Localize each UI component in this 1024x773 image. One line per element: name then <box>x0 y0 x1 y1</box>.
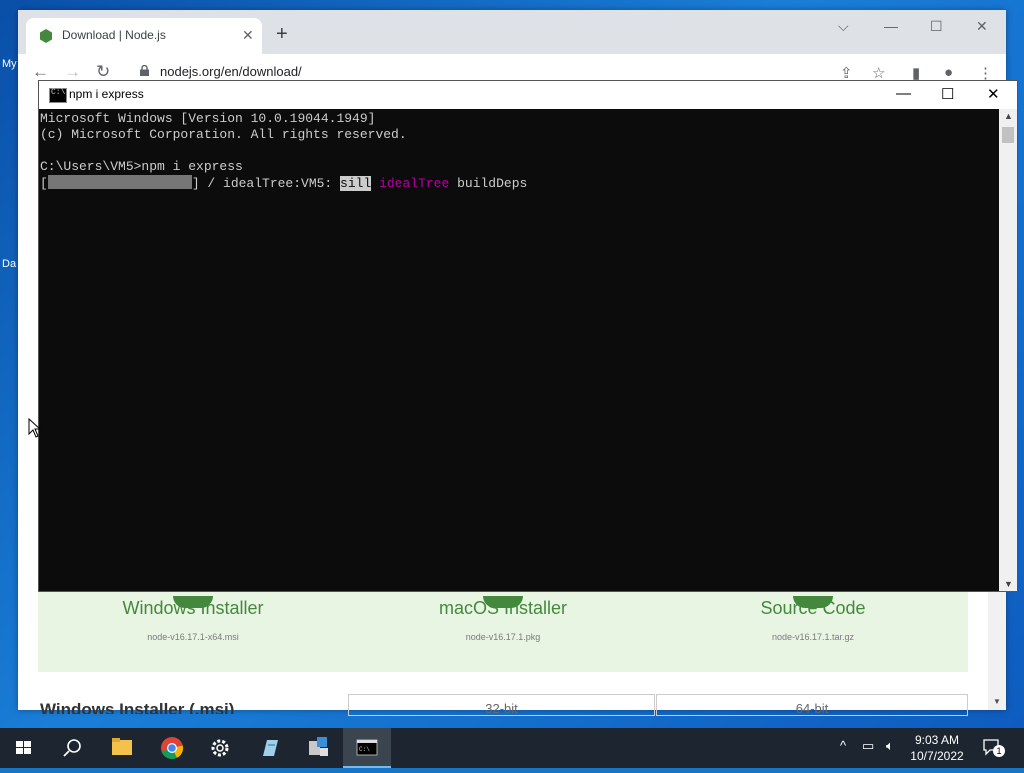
log-tag: idealTree <box>379 176 450 191</box>
back-icon[interactable]: ← <box>32 62 49 82</box>
lock-icon <box>140 65 149 76</box>
terminal-button[interactable]: C:\ <box>343 728 391 768</box>
bit-option-64[interactable]: 64-bit <box>656 694 968 716</box>
forward-icon[interactable]: → <box>64 62 81 82</box>
volume-icon[interactable]: 🔈︎ <box>886 738 894 754</box>
maximize-icon[interactable]: ☐ <box>930 18 943 35</box>
chrome-icon <box>161 737 184 760</box>
progress-open: [ <box>40 176 48 191</box>
start-icon <box>16 741 31 754</box>
console-window: C:\ npm i express — ☐ ✕ Microsoft Window… <box>38 80 1018 592</box>
progress-line: [ ] / idealTree:VM5: sill idealTree build… <box>40 175 527 192</box>
notepad-button[interactable] <box>246 728 294 768</box>
windows-logo-icon <box>173 596 213 608</box>
chevron-down-icon[interactable]: ⌵ <box>838 18 849 35</box>
app-icon <box>309 737 328 756</box>
progress-status: ] / idealTree:VM5: <box>191 176 341 191</box>
scroll-down-icon[interactable]: ▼ <box>993 697 1001 706</box>
download-file: node-v16.17.1.pkg <box>465 632 541 642</box>
app-button[interactable] <box>294 728 342 768</box>
console-line: Microsoft Windows [Version 10.0.19044.19… <box>40 111 376 126</box>
download-panel: Windows Installer node-v16.17.1-x64.msi … <box>38 588 968 672</box>
close-icon[interactable]: ✕ <box>976 18 988 35</box>
download-file: node-v16.17.1.tar.gz <box>771 632 855 642</box>
scroll-thumb[interactable] <box>1002 127 1014 143</box>
source-box-icon <box>793 596 833 608</box>
download-file: node-v16.17.1-x64.msi <box>147 632 239 642</box>
chevron-up-icon[interactable]: ^ <box>840 738 846 753</box>
search-button[interactable] <box>48 728 96 768</box>
desktop-icon-label[interactable]: Da <box>2 258 16 270</box>
console-scrollbar[interactable]: ▲ ▼ <box>999 109 1017 591</box>
console-line: (c) Microsoft Corporation. All rights re… <box>40 127 407 142</box>
clock-time: 9:03 AM <box>914 733 960 747</box>
notepad-icon <box>263 740 278 756</box>
apple-logo-icon <box>483 596 523 608</box>
nodejs-favicon-icon <box>40 29 52 43</box>
terminal-icon: C:\ <box>356 739 378 756</box>
scroll-down-icon[interactable]: ▼ <box>1004 579 1013 589</box>
desktop-icon-label[interactable]: My <box>2 58 17 70</box>
notification-button[interactable]: 1 <box>982 738 1005 757</box>
maximize-icon[interactable]: ☐ <box>941 85 954 103</box>
windows-installer-link[interactable]: Windows Installer node-v16.17.1-x64.msi <box>43 596 343 642</box>
start-button[interactable] <box>0 728 48 768</box>
console-output[interactable]: Microsoft Windows [Version 10.0.19044.19… <box>39 109 999 591</box>
notification-badge: 1 <box>993 745 1005 757</box>
tab-title: Download | Node.js <box>62 28 166 42</box>
clock[interactable]: 9:03 AM 10/7/2022 <box>906 732 968 764</box>
reload-icon[interactable]: ↻ <box>96 62 110 82</box>
tab-nodejs-download[interactable]: Download | Node.js ✕ <box>26 18 262 54</box>
macos-installer-link[interactable]: macOS Installer node-v16.17.1.pkg <box>353 596 653 642</box>
clock-date: 10/7/2022 <box>910 749 964 763</box>
file-explorer-button[interactable] <box>98 728 146 768</box>
network-icon[interactable]: ▭ <box>862 738 874 754</box>
mouse-cursor-icon <box>28 418 42 438</box>
search-icon <box>63 739 81 757</box>
close-icon[interactable]: ✕ <box>987 85 1000 103</box>
bit-option-32[interactable]: 32-bit <box>348 694 655 716</box>
minimize-icon[interactable]: — <box>884 18 898 34</box>
settings-button[interactable] <box>196 728 244 768</box>
settings-icon <box>211 739 229 757</box>
console-title: npm i express <box>69 87 144 101</box>
taskbar: C:\ ^ ▭ 🔈︎ 9:03 AM 10/7/2022 1 <box>0 728 1024 768</box>
console-line: C:\Users\VM5>npm i express <box>40 159 243 174</box>
console-title-bar[interactable]: C:\ npm i express — ☐ ✕ <box>39 81 1017 109</box>
url-text: nodejs.org/en/download/ <box>160 64 302 79</box>
console-app-icon: C:\ <box>49 88 67 103</box>
new-tab-icon[interactable]: + <box>276 24 288 44</box>
close-tab-icon[interactable]: ✕ <box>242 27 254 44</box>
profile-icon[interactable]: ● <box>944 64 953 81</box>
log-level: sill <box>340 176 372 191</box>
section-heading: Windows Installer (.msi) <box>40 700 235 714</box>
log-message: buildDeps <box>449 176 528 191</box>
tab-bar: Download | Node.js ✕ + ⌵ — ☐ ✕ <box>18 10 1006 54</box>
file-explorer-icon <box>112 738 132 755</box>
svg-text:C:\: C:\ <box>359 746 370 753</box>
source-code-link[interactable]: Source Code node-v16.17.1.tar.gz <box>663 596 963 642</box>
minimize-icon[interactable]: — <box>896 85 911 102</box>
progress-bar <box>47 175 192 189</box>
scroll-up-icon[interactable]: ▲ <box>1004 111 1013 121</box>
chrome-button[interactable] <box>148 728 196 768</box>
